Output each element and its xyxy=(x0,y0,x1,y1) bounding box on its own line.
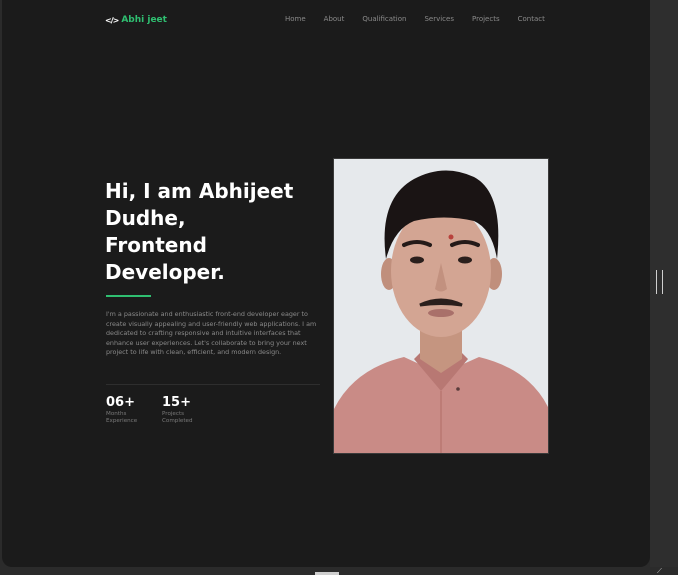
resize-handle[interactable] xyxy=(656,270,663,294)
hero-title-line: Developer. xyxy=(105,260,225,284)
stats-divider xyxy=(106,384,320,385)
corner-resize-icon[interactable]: ⟋ xyxy=(657,568,665,575)
hero-description: I'm a passionate and enthusiastic front-… xyxy=(106,310,317,356)
nav-link-contact[interactable]: Contact xyxy=(518,15,545,23)
stat-number: 06+ xyxy=(106,395,135,410)
right-scroll-area xyxy=(650,0,678,567)
nav-link-services[interactable]: Services xyxy=(424,15,454,23)
nav-link-projects[interactable]: Projects xyxy=(472,15,500,23)
nav-link-qualification[interactable]: Qualification xyxy=(362,15,406,23)
logo[interactable]: </> Abhi jeet xyxy=(105,15,167,25)
profile-portrait xyxy=(334,159,548,453)
stat-label: Months Experience xyxy=(106,411,138,424)
accent-underline xyxy=(106,295,151,297)
stat-number: 15+ xyxy=(162,395,191,410)
stat-label: Projects Completed xyxy=(162,411,193,424)
nav-link-about[interactable]: About xyxy=(324,15,345,23)
nav-link-home[interactable]: Home xyxy=(285,15,306,23)
stat-projects: 15+ Projects Completed xyxy=(162,394,202,425)
logo-text: Abhi jeet xyxy=(121,15,167,25)
code-icon: </> xyxy=(105,15,119,25)
hero-title-line: Hi, I am Abhijeet xyxy=(105,179,294,203)
hero-title-line: Frontend xyxy=(105,233,207,257)
hero-title: Hi, I am Abhijeet Dudhe, Frontend Develo… xyxy=(105,178,325,286)
nav-menu: Home About Qualification Services Projec… xyxy=(285,15,545,23)
hero-title-line: Dudhe, xyxy=(105,206,186,230)
navbar: </> Abhi jeet Home About Qualification S… xyxy=(2,0,650,44)
portfolio-window: </> Abhi jeet Home About Qualification S… xyxy=(2,0,650,567)
profile-photo xyxy=(333,158,549,454)
stat-experience: 06+ Months Experience xyxy=(106,394,146,425)
